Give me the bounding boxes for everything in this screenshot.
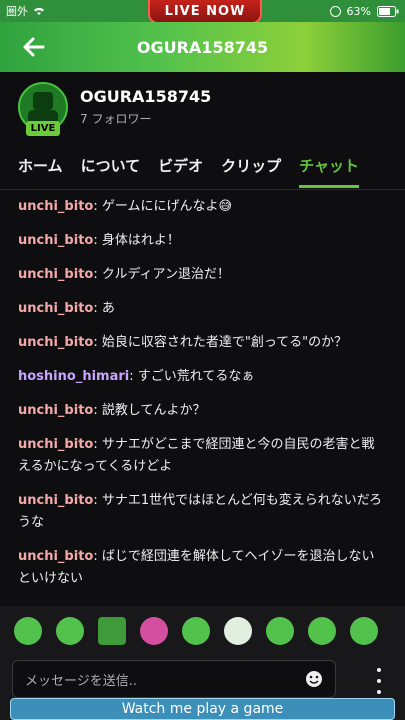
chat-message: unchi_bito: 身体はれよ！	[18, 230, 387, 252]
emote-smile-icon[interactable]	[308, 617, 336, 645]
chat-username[interactable]: hoshino_himari	[18, 369, 129, 384]
chat-text: : ゲームににげんなよ😅	[93, 199, 233, 214]
chat-message: unchi_bito: サナエ1世代ではほとんど何も変えられないだろうな	[18, 490, 387, 534]
chat-username[interactable]: unchi_bito	[18, 301, 93, 316]
back-arrow-icon	[23, 37, 45, 57]
chat-username[interactable]: unchi_bito	[18, 267, 93, 282]
emote-laugh-icon[interactable]	[350, 617, 378, 645]
emote-bar	[0, 606, 405, 656]
follower-count: 7 フォロワー	[80, 112, 152, 126]
chat-username[interactable]: unchi_bito	[18, 549, 93, 564]
chat-text: : 身体はれよ！	[93, 233, 180, 248]
chat-text: : すごい荒れてるなぁ	[129, 369, 255, 384]
location-icon	[329, 5, 341, 17]
more-options-icon[interactable]	[375, 668, 383, 694]
chat-message: unchi_bito: サナエがどこまで経団連と今の自民の老害と戦えるかになって…	[18, 434, 387, 478]
wifi-icon	[34, 7, 44, 15]
chat-message: hoshino_himari: すごい荒れてるなぁ	[18, 366, 387, 388]
watch-banner[interactable]: Watch me play a game	[10, 698, 395, 720]
chat-text: : 姶良に収容された者達で"創ってる"のか？	[93, 335, 348, 350]
emote-wink-icon[interactable]	[182, 617, 210, 645]
tab-about[interactable]: について	[81, 147, 141, 184]
emoji-picker-icon[interactable]	[305, 670, 323, 688]
chat-input-bar: メッセージを送信.. Watch me play a game	[0, 656, 405, 720]
channel-name: OGURA158745	[80, 87, 212, 106]
battery-percent: 63%	[346, 4, 371, 18]
emote-sad-icon[interactable]	[56, 617, 84, 645]
chat-text: : クルディアン退治だ！	[93, 267, 231, 282]
chat-message: unchi_bito: ゲームににげんなよ😅	[18, 196, 387, 218]
carrier-label: 圏外	[6, 5, 28, 18]
chat-username[interactable]: unchi_bito	[18, 335, 93, 350]
chat-message: unchi_bito: 説教してんよか？	[18, 400, 387, 422]
chat-username[interactable]: unchi_bito	[18, 493, 93, 508]
emote-grin-icon[interactable]	[266, 617, 294, 645]
emote-party-icon[interactable]	[140, 617, 168, 645]
avatar[interactable]: LIVE	[18, 82, 68, 136]
tab-chat[interactable]: チャット	[299, 147, 359, 188]
chat-username[interactable]: unchi_bito	[18, 199, 93, 214]
battery-icon	[377, 5, 399, 17]
live-badge: LIVE	[26, 121, 60, 136]
chat-username[interactable]: unchi_bito	[18, 437, 93, 452]
top-bar: OGURA158745	[0, 22, 405, 72]
chat-message: unchi_bito: 姶良に収容された者達で"創ってる"のか？	[18, 332, 387, 354]
message-input-placeholder: メッセージを送信..	[25, 673, 138, 689]
chat-username[interactable]: unchi_bito	[18, 233, 93, 248]
emote-star-icon[interactable]	[224, 617, 252, 645]
tab-videos[interactable]: ビデオ	[158, 147, 203, 184]
channel-tabs: ホーム について ビデオ クリップ チャット	[0, 142, 405, 190]
message-input[interactable]: メッセージを送信..	[12, 660, 336, 698]
chat-message: unchi_bito: あ	[18, 298, 387, 320]
chat-username[interactable]: unchi_bito	[18, 403, 93, 418]
back-button[interactable]	[16, 32, 52, 62]
tab-clips[interactable]: クリップ	[221, 147, 281, 184]
tab-home[interactable]: ホーム	[18, 147, 63, 184]
chat-message: unchi_bito: クルディアン退治だ！	[18, 264, 387, 286]
chat-text: : あ	[93, 301, 115, 316]
channel-profile: LIVE OGURA158745 7 フォロワー	[0, 72, 405, 142]
emote-angry-icon[interactable]	[98, 617, 126, 645]
page-title: OGURA158745	[136, 37, 269, 57]
live-now-banner: LIVE NOW	[148, 0, 262, 24]
chat-log[interactable]: unchi_bito: ゲームににげんなよ😅 unchi_bito: 身体はれよ…	[0, 196, 405, 598]
chat-text: : 説教してんよか？	[93, 403, 206, 418]
emote-happy-icon[interactable]	[14, 617, 42, 645]
chat-message: unchi_bito: ばじで経団連を解体してヘイゾーを退治しないといけない	[18, 546, 387, 590]
